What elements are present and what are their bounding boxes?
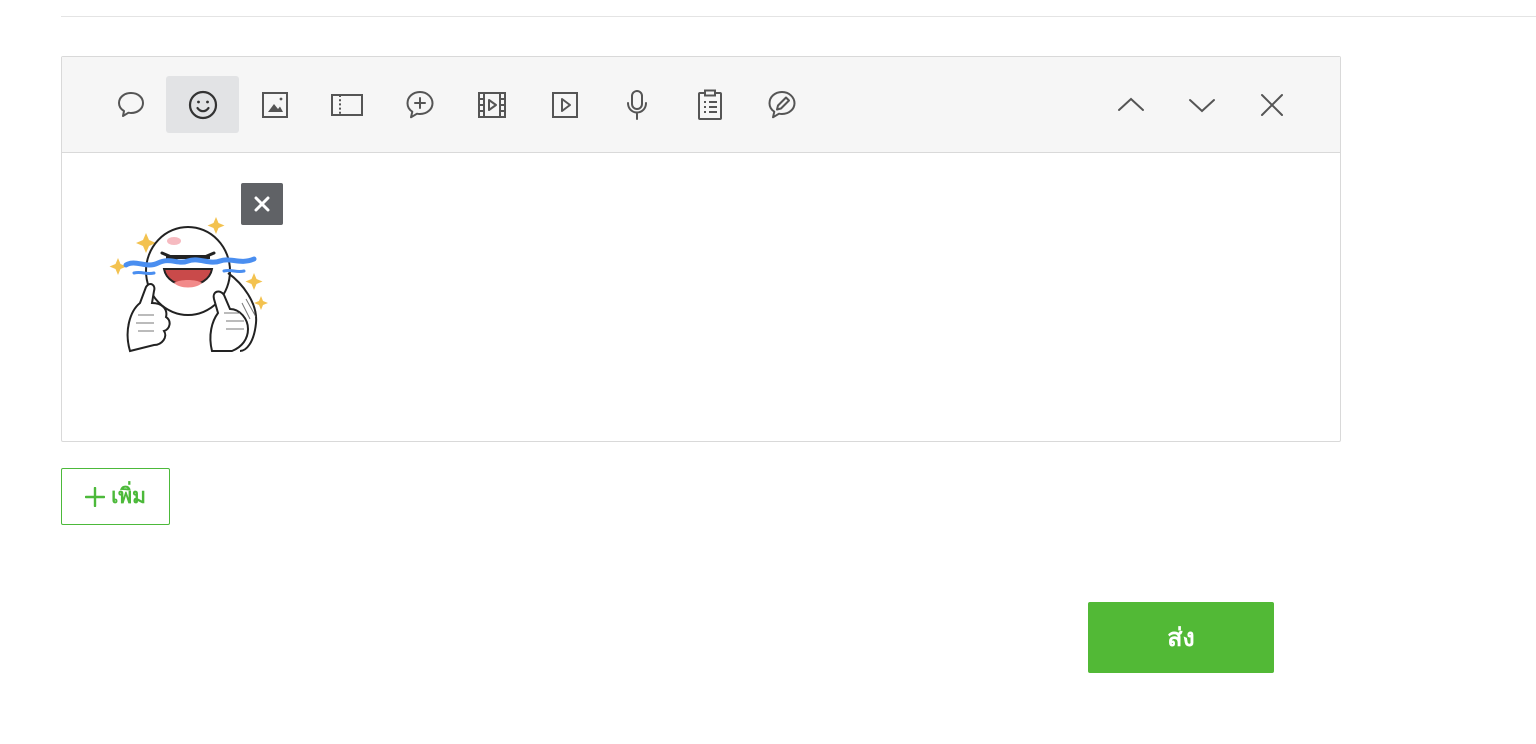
coupon-tool[interactable]	[310, 76, 383, 133]
survey-tool[interactable]	[673, 76, 746, 133]
plus-icon	[85, 486, 106, 507]
clipboard-icon	[697, 89, 722, 120]
image-tool[interactable]	[238, 76, 311, 133]
send-button[interactable]: ส่ง	[1088, 602, 1274, 673]
message-type-toolbar	[62, 57, 1340, 153]
text-message-tool[interactable]	[94, 76, 167, 133]
editor-content	[62, 153, 1340, 441]
rich-message-tool[interactable]	[383, 76, 456, 133]
close-x-icon	[254, 196, 270, 212]
sticker-tool[interactable]	[166, 76, 239, 133]
speech-bubble-icon	[117, 91, 144, 117]
smiley-icon	[188, 90, 217, 119]
remove-sticker-button[interactable]	[241, 183, 283, 225]
close-icon	[1260, 93, 1283, 116]
audio-tool[interactable]	[600, 76, 673, 133]
microphone-icon	[626, 89, 647, 120]
rich-message-icon	[406, 90, 433, 118]
top-divider	[61, 16, 1536, 17]
move-up-button[interactable]	[1094, 76, 1167, 133]
video-play-tool[interactable]	[528, 76, 601, 133]
move-down-button[interactable]	[1165, 76, 1238, 133]
chevron-up-icon	[1117, 97, 1144, 111]
card-message-tool[interactable]	[745, 76, 818, 133]
play-icon	[551, 91, 578, 118]
pen-icon	[768, 90, 795, 118]
add-message-button[interactable]: เพิ่ม	[61, 468, 170, 525]
message-editor	[61, 56, 1341, 442]
image-icon	[261, 91, 288, 118]
add-button-label: เพิ่ม	[111, 484, 146, 508]
coupon-icon	[330, 93, 363, 116]
send-button-label: ส่ง	[1167, 622, 1195, 652]
chevron-down-icon	[1188, 98, 1215, 112]
video-tool[interactable]	[455, 76, 528, 133]
sticker-laughing-thumbs-up	[109, 217, 268, 353]
close-editor-button[interactable]	[1235, 76, 1308, 133]
video-icon	[477, 91, 506, 118]
